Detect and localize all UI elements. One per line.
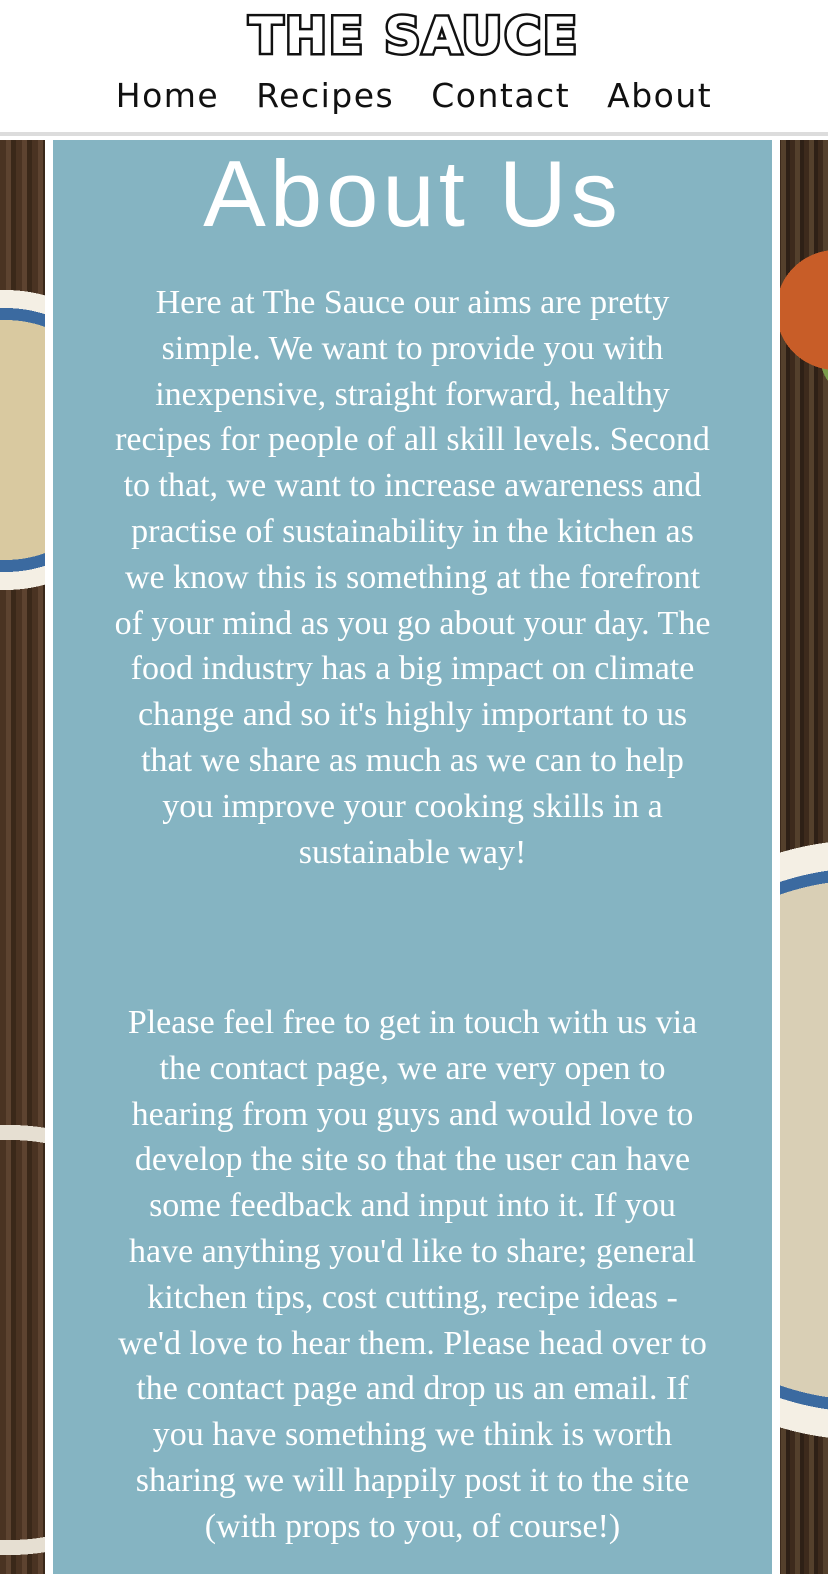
about-content-panel: About Us Here at The Sauce our aims are … [53, 140, 772, 1574]
nav-link-home[interactable]: Home [116, 70, 219, 122]
panel-border-left [45, 140, 49, 1574]
site-logo[interactable]: THE SAUCE [0, 4, 828, 68]
nav-link-contact[interactable]: Contact [431, 70, 570, 122]
background-food-image-left [0, 140, 49, 1574]
main-nav: Home Recipes Contact About [0, 70, 828, 122]
background-food-image-right [776, 140, 828, 1574]
about-paragraph-1: Here at The Sauce our aims are pretty si… [114, 284, 711, 871]
site-header: THE SAUCE Home Recipes Contact About [0, 0, 828, 136]
about-paragraph-2: Please feel free to get in touch with us… [118, 1004, 707, 1545]
nav-link-about[interactable]: About [607, 70, 712, 122]
nav-link-recipes[interactable]: Recipes [256, 70, 394, 122]
page-title: About Us [203, 141, 622, 246]
panel-border-right [776, 140, 780, 1574]
